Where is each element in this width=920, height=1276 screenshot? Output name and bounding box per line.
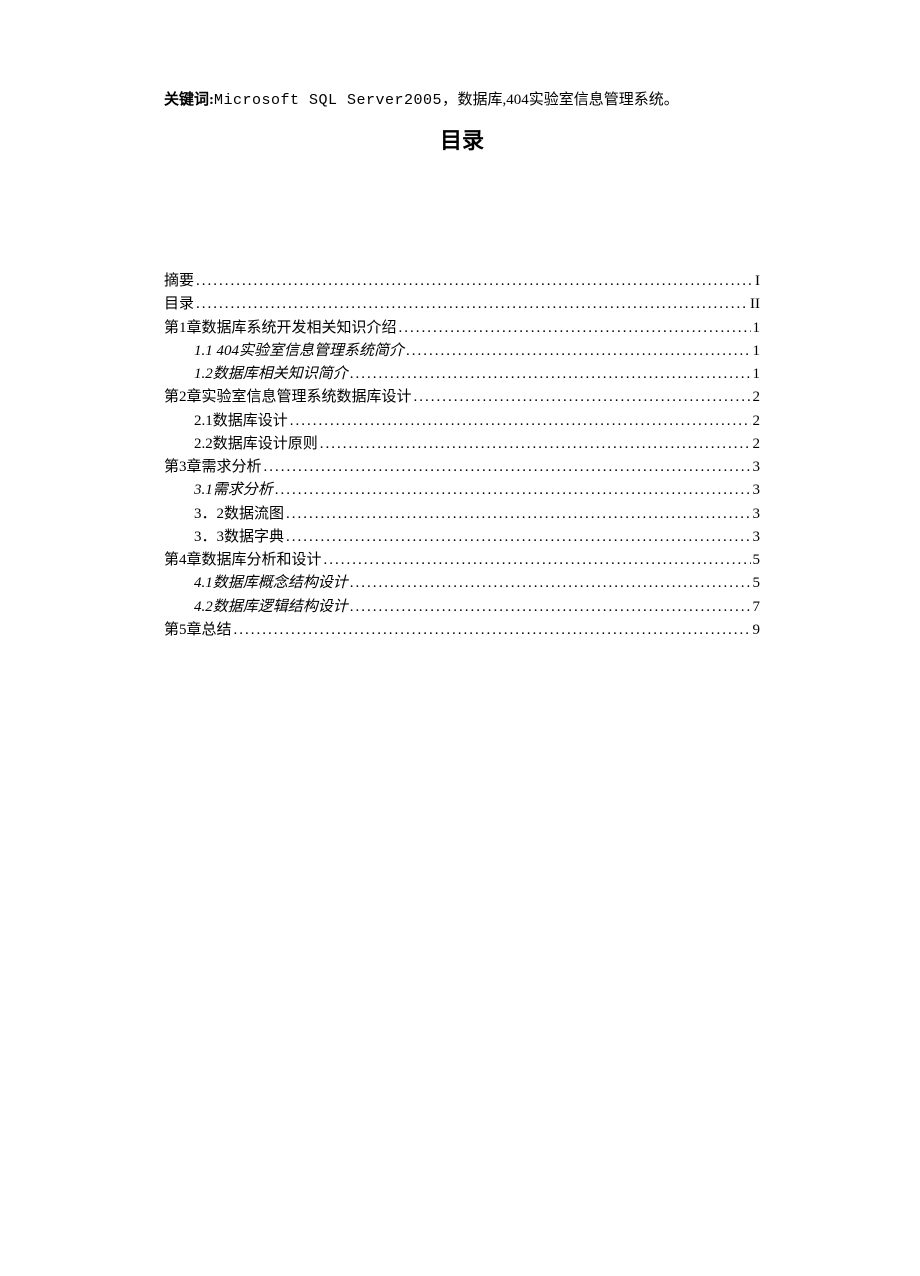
toc-leader-dots — [350, 572, 751, 595]
toc-leader-dots — [399, 317, 751, 340]
toc-entry: 3．3数据字典 3 — [164, 526, 760, 549]
toc-entry-page: 2 — [753, 410, 761, 433]
toc-entry-page: 1 — [753, 317, 761, 340]
toc-leader-dots — [406, 340, 750, 363]
toc-leader-dots — [350, 596, 751, 619]
toc-entry-label: 2.1数据库设计 — [194, 410, 288, 433]
toc-entry: 第4章数据库分析和设计 5 — [164, 549, 760, 572]
toc-entry-page: 1 — [753, 363, 761, 386]
toc-leader-dots — [286, 503, 750, 526]
toc-leader-dots — [350, 363, 751, 386]
toc-entry: 第5章总结 9 — [164, 619, 760, 642]
toc-leader-dots — [196, 293, 748, 316]
toc-entry-page: 9 — [753, 619, 761, 642]
toc-entry-label: 3．2数据流图 — [194, 503, 284, 526]
toc-leader-dots — [290, 410, 751, 433]
toc-entry-label: 目录 — [164, 293, 194, 316]
toc-entry: 目录 II — [164, 293, 760, 316]
toc-entry: 4.2数据库逻辑结构设计 7 — [164, 596, 760, 619]
keywords-rest: 数据库,404实验室信息管理系统。 — [458, 92, 679, 108]
toc-leader-dots — [275, 479, 751, 502]
toc-entry-label: 3．3数据字典 — [194, 526, 284, 549]
toc-entry-label: 第5章总结 — [164, 619, 232, 642]
toc-entry: 1.2数据库相关知识简介 1 — [164, 363, 760, 386]
toc-entry-page: 5 — [753, 572, 761, 595]
toc-leader-dots — [324, 549, 751, 572]
toc-entry-label: 第1章数据库系统开发相关知识介绍 — [164, 317, 397, 340]
toc-entry-page: I — [755, 270, 760, 293]
toc-leader-dots — [286, 526, 750, 549]
toc-entry-label: 第3章需求分析 — [164, 456, 262, 479]
table-of-contents: 摘要I目录II第1章数据库系统开发相关知识介绍11.1 404实验室信息管理系统… — [164, 270, 760, 642]
toc-entry-page: 3 — [753, 479, 761, 502]
keywords-line: 关键词:Microsoft SQL Server2005，数据库,404实验室信… — [164, 88, 760, 113]
toc-entry: 2.1数据库设计 2 — [164, 410, 760, 433]
toc-entry: 第2章实验室信息管理系统数据库设计 2 — [164, 386, 760, 409]
toc-entry: 1.1 404实验室信息管理系统简介 1 — [164, 340, 760, 363]
toc-leader-dots — [414, 386, 751, 409]
toc-title: 目录 — [164, 123, 760, 155]
keywords-tech: Microsoft SQL Server2005， — [214, 92, 458, 109]
toc-entry-page: 3 — [753, 526, 761, 549]
toc-entry-label: 4.2数据库逻辑结构设计 — [194, 596, 348, 619]
toc-entry: 3.1需求分析 3 — [164, 479, 760, 502]
toc-leader-dots — [264, 456, 751, 479]
toc-entry: 摘要 I — [164, 270, 760, 293]
toc-entry: 第3章需求分析 3 — [164, 456, 760, 479]
toc-entry-page: 2 — [753, 386, 761, 409]
toc-entry-page: II — [750, 293, 760, 316]
toc-entry: 4.1数据库概念结构设计 5 — [164, 572, 760, 595]
toc-entry-label: 第2章实验室信息管理系统数据库设计 — [164, 386, 412, 409]
toc-entry: 第1章数据库系统开发相关知识介绍 1 — [164, 317, 760, 340]
toc-entry-label: 2.2数据库设计原则 — [194, 433, 318, 456]
toc-entry-page: 2 — [753, 433, 761, 456]
toc-entry-label: 3.1需求分析 — [194, 479, 273, 502]
toc-entry-page: 7 — [753, 596, 761, 619]
toc-entry-label: 1.2数据库相关知识简介 — [194, 363, 348, 386]
toc-entry-page: 1 — [753, 340, 761, 363]
keywords-label: 关键词: — [164, 92, 214, 108]
toc-leader-dots — [196, 270, 753, 293]
toc-entry-label: 第4章数据库分析和设计 — [164, 549, 322, 572]
toc-entry-page: 3 — [753, 456, 761, 479]
toc-entry-label: 1.1 404实验室信息管理系统简介 — [194, 340, 404, 363]
toc-entry-label: 摘要 — [164, 270, 194, 293]
toc-entry: 2.2数据库设计原则 2 — [164, 433, 760, 456]
toc-entry-page: 5 — [753, 549, 761, 572]
toc-entry-label: 4.1数据库概念结构设计 — [194, 572, 348, 595]
toc-leader-dots — [320, 433, 751, 456]
toc-entry-page: 3 — [753, 503, 761, 526]
toc-entry: 3．2数据流图 3 — [164, 503, 760, 526]
toc-leader-dots — [234, 619, 751, 642]
